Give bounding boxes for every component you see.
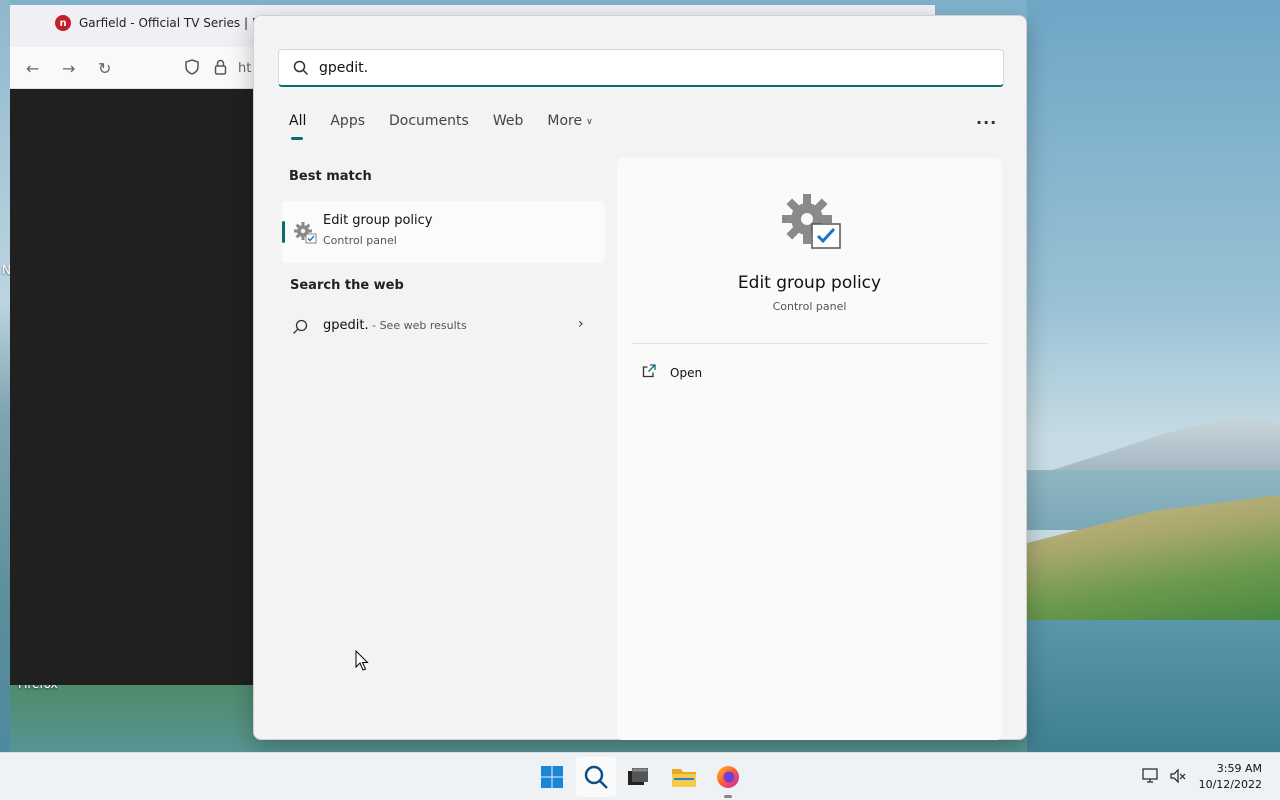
file-explorer-icon[interactable] (670, 763, 698, 791)
web-search-icon (292, 319, 308, 335)
open-external-icon (642, 364, 656, 381)
open-label: Open (670, 365, 703, 380)
web-result-item[interactable]: gpedit. - See web results › (282, 311, 605, 343)
mouse-cursor-icon (355, 649, 369, 676)
preview-panel: Edit group policy Control panel Open (617, 158, 1002, 740)
divider (632, 343, 987, 344)
browser-tab-title: Garfield - Official TV Series | Nic (79, 16, 271, 30)
clock-time: 3:59 AM (1216, 762, 1262, 775)
chevron-right-icon: › (578, 316, 584, 332)
tab-web[interactable]: Web (493, 113, 524, 129)
running-indicator (724, 795, 732, 798)
tab-all[interactable]: All (289, 113, 306, 140)
group-policy-icon (293, 221, 317, 245)
search-icon (293, 60, 309, 76)
url-bar-text[interactable]: ht (238, 61, 251, 76)
best-match-title: Edit group policy (323, 213, 433, 228)
windows-start-icon[interactable] (538, 763, 566, 791)
taskbar: 3:59 AM 10/12/2022 (0, 752, 1280, 800)
clock-date: 10/12/2022 (1198, 778, 1262, 791)
tab-documents[interactable]: Documents (389, 113, 469, 129)
search-input[interactable] (319, 59, 959, 76)
firefox-icon[interactable] (714, 763, 742, 791)
taskbar-search-icon[interactable] (576, 757, 616, 797)
preview-subtitle: Control panel (772, 300, 847, 313)
volume-muted-icon[interactable] (1167, 765, 1189, 787)
network-icon[interactable] (1140, 765, 1162, 787)
task-view-icon[interactable] (624, 763, 652, 791)
lock-icon[interactable] (214, 59, 227, 79)
selection-indicator (282, 221, 285, 243)
open-action[interactable]: Open (642, 364, 702, 381)
search-web-heading: Search the web (290, 278, 404, 293)
tab-more[interactable]: More ∨ (547, 113, 592, 129)
search-flyout: All Apps Documents Web More ∨ ... Best m… (253, 15, 1027, 740)
best-match-item[interactable]: Edit group policy Control panel (282, 201, 605, 263)
shield-icon[interactable] (185, 59, 199, 79)
taskbar-clock[interactable]: 3:59 AM 10/12/2022 (1198, 761, 1262, 793)
more-options-icon[interactable]: ... (976, 109, 997, 128)
web-result-hint: - See web results (368, 319, 467, 332)
tab-apps[interactable]: Apps (330, 113, 365, 129)
group-policy-large-icon (780, 192, 844, 256)
search-box[interactable] (278, 49, 1004, 87)
desktop-background-left (0, 0, 10, 752)
favicon-icon: n (55, 15, 71, 31)
results-list: Best match Edit group policy Control pan… (278, 156, 608, 334)
tab-more-label: More (547, 113, 583, 129)
forward-arrow-icon[interactable]: → (62, 59, 75, 78)
web-result-text: gpedit. - See web results (323, 318, 467, 333)
search-filter-tabs: All Apps Documents Web More ∨ (289, 113, 617, 140)
best-match-heading: Best match (289, 169, 372, 184)
reload-icon[interactable]: ↻ (98, 59, 111, 78)
browser-tab[interactable]: n Garfield - Official TV Series | Nic (55, 15, 271, 31)
best-match-subtitle: Control panel (323, 234, 397, 247)
preview-title: Edit group policy (737, 273, 882, 293)
browser-content (10, 89, 253, 685)
chevron-down-icon: ∨ (586, 117, 593, 127)
back-arrow-icon[interactable]: ← (26, 59, 39, 78)
desktop-wallpaper (1027, 0, 1280, 752)
web-result-query: gpedit. (323, 318, 369, 333)
